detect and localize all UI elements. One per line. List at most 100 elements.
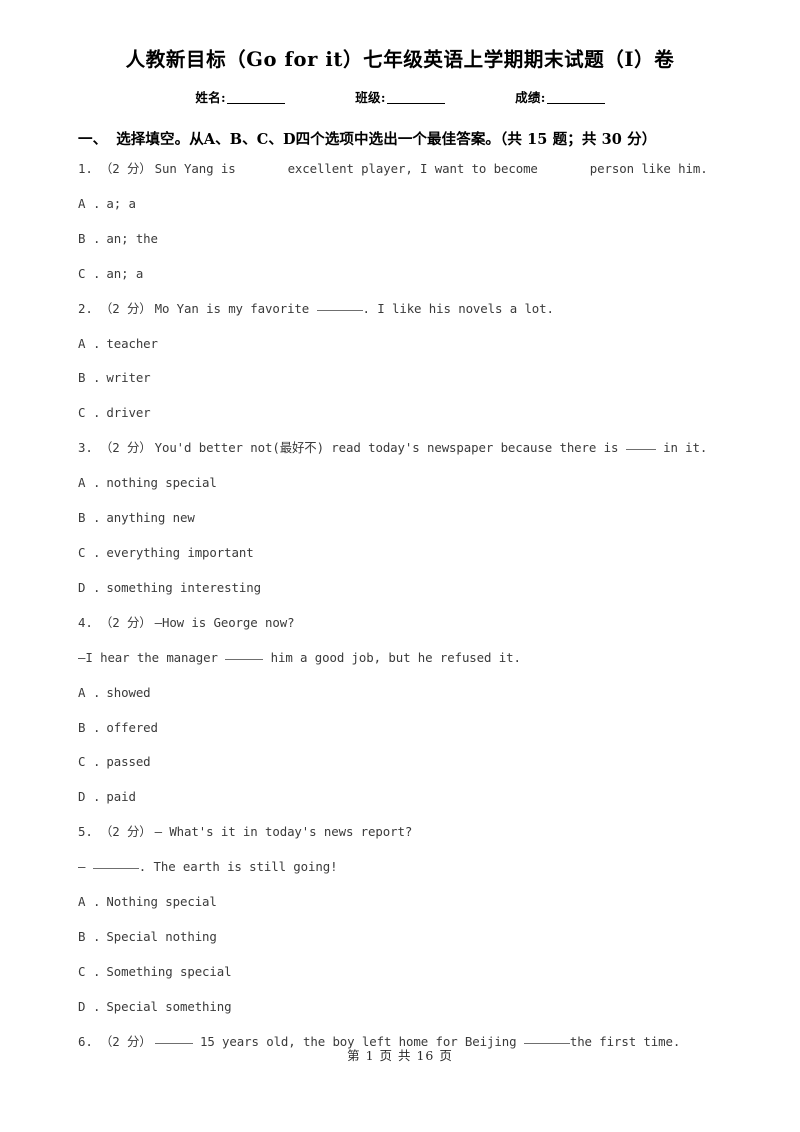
option-dot: . [93, 579, 101, 595]
option-text: paid [106, 789, 136, 805]
option-b[interactable]: B. offered [78, 719, 722, 757]
option-letter: A [78, 684, 86, 700]
option-a[interactable]: A. Nothing special [78, 894, 722, 931]
question-marks: （2 分） [100, 440, 152, 456]
section-title: 选择填空。从A、B、C、D四个选项中选出一个最佳答案。（共 15 题；共 30 … [116, 131, 657, 148]
question-number: 1. [78, 161, 93, 176]
option-dot: . [93, 265, 101, 281]
page-title: 人教新目标（Go for it）七年级英语上学期期末试题（I）卷 [125, 48, 675, 71]
class-label: 班级: [355, 90, 386, 105]
option-c[interactable]: C. driver [78, 405, 722, 442]
option-letter: A [78, 475, 86, 491]
question-number: 4. [78, 614, 93, 630]
option-text: Special something [106, 998, 232, 1014]
option-c[interactable]: C. everything important [78, 544, 722, 582]
option-text: something interesting [106, 579, 261, 595]
question-marks: （2 分） [100, 824, 152, 840]
question-number: 2. [78, 300, 93, 316]
question-marks: （2 分） [100, 614, 152, 630]
name-input-rule[interactable] [226, 103, 285, 104]
question-stem-continuation: —I hear the manager him a good job, but … [78, 649, 722, 687]
question-3: 3. （2 分） You'd better not(最好不) read today'… [78, 440, 722, 617]
option-dot: . [93, 405, 101, 421]
option-text: anything new [106, 510, 195, 526]
option-letter: D [78, 789, 86, 805]
question-stem: 4. （2 分） —How is George now? [78, 614, 722, 652]
option-letter: B [78, 370, 86, 386]
option-d[interactable]: D. Special something [78, 998, 722, 1036]
answer-blank[interactable] [154, 1042, 193, 1044]
answer-blank[interactable] [225, 658, 264, 660]
option-letter: A [78, 335, 86, 351]
question-marks: （2 分） [100, 300, 152, 316]
answer-blank[interactable] [316, 309, 363, 311]
option-dot: . [93, 754, 101, 770]
option-letter: D [78, 579, 86, 595]
option-a[interactable]: A. nothing special [78, 475, 722, 512]
option-letter: B [78, 719, 86, 735]
question-list: 1. （2 分） Sun Yang is excellent player, I wa… [78, 161, 722, 1071]
option-dot: . [93, 195, 101, 211]
option-dot: . [93, 335, 101, 351]
option-a[interactable]: A. teacher [78, 335, 722, 373]
class-input-rule[interactable] [386, 103, 445, 104]
question-stem: 5. （2 分） — What's it in today's news repor… [78, 824, 722, 861]
stem-text-b: excellent player, I want to become [287, 161, 538, 176]
option-dot: . [93, 510, 101, 526]
score-field[interactable]: 成绩: [515, 87, 605, 106]
stem-text-a: — What's it in today's news report? [154, 824, 413, 840]
option-text: Something special [106, 963, 232, 979]
question-stem: 3. （2 分） You'd better not(最好不) read today'… [78, 440, 722, 477]
option-b[interactable]: B. Special nothing [78, 928, 722, 966]
name-field[interactable]: 姓名: [195, 87, 285, 106]
option-b[interactable]: B. writer [78, 372, 722, 407]
stem-text-b: — [78, 859, 86, 875]
option-letter: C [78, 265, 86, 281]
option-letter: B [78, 510, 86, 526]
stem-text-a: —How is George now? [154, 614, 295, 630]
section-number: 一、 [78, 131, 108, 148]
option-d[interactable]: D. something interesting [78, 579, 722, 617]
question-2: 2. （2 分） Mo Yan is my favorite . I like hi… [78, 300, 722, 443]
option-dot: . [93, 475, 101, 491]
option-letter: C [78, 754, 86, 770]
option-c[interactable]: C. Something special [78, 963, 722, 1001]
stem-text-b: . I like his novels a lot. [362, 300, 554, 316]
question-5: 5. （2 分） — What's it in today's news repor… [78, 824, 722, 1036]
option-text: Nothing special [106, 894, 217, 910]
exam-page: 人教新目标（Go for it）七年级英语上学期期末试题（I）卷 姓名: 班级:… [0, 0, 800, 1132]
option-a[interactable]: A. a; a [78, 195, 722, 233]
section-heading: 一、 选择填空。从A、B、C、D四个选项中选出一个最佳答案。（共 15 题；共 3… [78, 128, 722, 149]
option-text: passed [106, 754, 151, 770]
stem-text-b: —I hear the manager [78, 649, 218, 665]
question-1: 1. （2 分） Sun Yang is excellent player, I wa… [78, 161, 722, 303]
option-letter: A [78, 195, 86, 211]
option-b[interactable]: B. an; the [78, 230, 722, 268]
option-dot: . [93, 894, 101, 910]
option-dot: . [93, 544, 101, 560]
option-dot: . [93, 230, 101, 246]
stem-text-a: You'd better not(最好不) read today's newsp… [154, 440, 619, 456]
option-c[interactable]: C. an; a [78, 265, 722, 303]
score-label: 成绩: [515, 90, 546, 105]
answer-blank[interactable] [523, 1042, 570, 1044]
answer-blank[interactable] [92, 868, 139, 870]
class-field[interactable]: 班级: [355, 87, 445, 106]
option-b[interactable]: B. anything new [78, 510, 722, 547]
question-stem-continuation: — . The earth is still going! [78, 859, 722, 896]
answer-blank[interactable] [625, 449, 656, 451]
option-dot: . [93, 963, 101, 979]
option-dot: . [93, 789, 101, 805]
option-text: an; the [106, 230, 158, 246]
option-text: nothing special [106, 475, 217, 491]
option-text: showed [106, 684, 151, 700]
option-dot: . [93, 370, 101, 386]
option-letter: B [78, 928, 86, 944]
option-c[interactable]: C. passed [78, 754, 722, 791]
option-a[interactable]: A. showed [78, 684, 722, 722]
option-text: everything important [106, 544, 254, 560]
stem-text-a: Mo Yan is my favorite [154, 300, 310, 316]
option-d[interactable]: D. paid [78, 789, 722, 826]
score-input-rule[interactable] [546, 103, 605, 104]
option-text: a; a [106, 195, 136, 211]
